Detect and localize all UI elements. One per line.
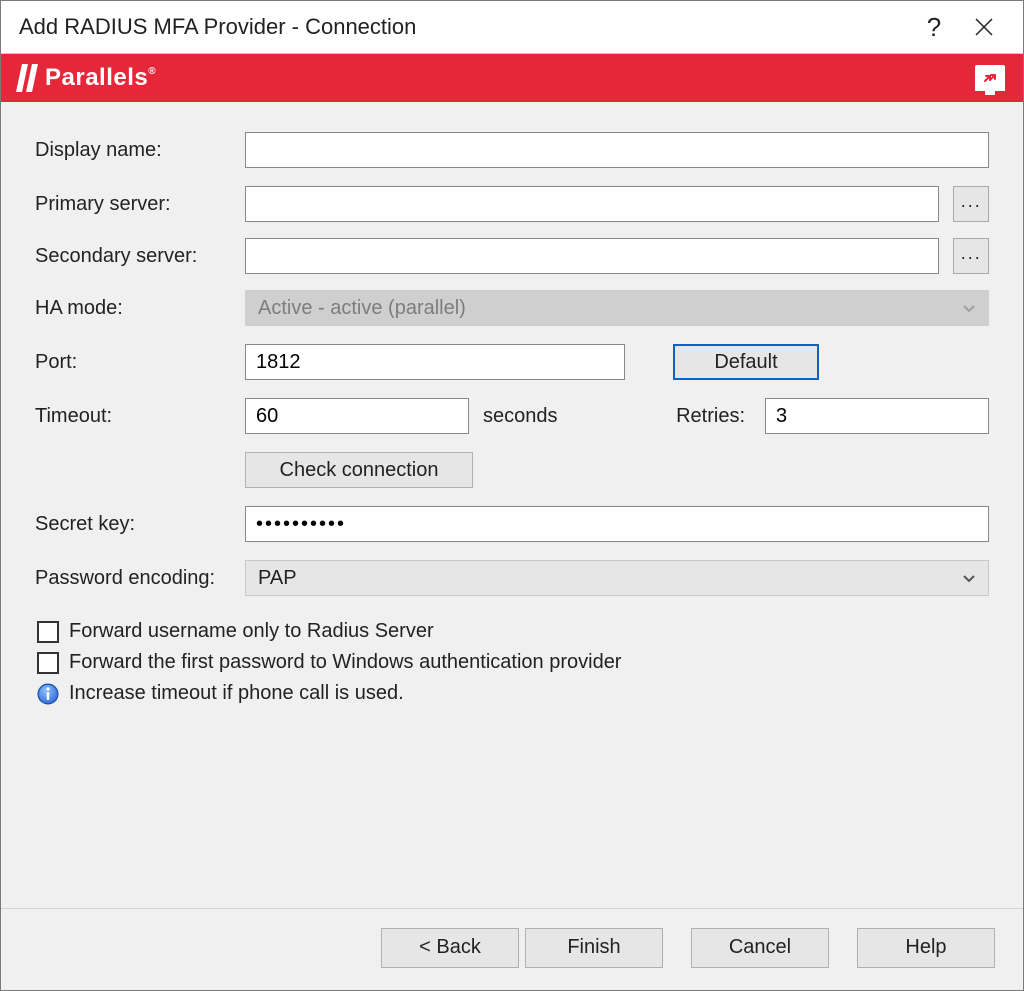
cancel-button[interactable]: Cancel: [691, 928, 829, 968]
primary-server-input[interactable]: [245, 186, 939, 222]
primary-server-label: Primary server:: [35, 193, 231, 216]
chevron-down-icon: [962, 567, 976, 590]
display-name-label: Display name:: [35, 139, 231, 162]
secondary-server-input[interactable]: [245, 238, 939, 274]
forward-password-checkbox[interactable]: [37, 652, 59, 674]
remote-session-icon[interactable]: [975, 65, 1005, 91]
secondary-server-label: Secondary server:: [35, 245, 231, 268]
logo-bars-icon: [19, 64, 35, 92]
forward-username-checkbox[interactable]: [37, 621, 59, 643]
forward-username-label[interactable]: Forward username only to Radius Server: [69, 620, 434, 643]
check-connection-button[interactable]: Check connection: [245, 452, 473, 488]
timeout-unit: seconds: [483, 405, 558, 428]
port-default-button[interactable]: Default: [673, 344, 819, 380]
window-title: Add RADIUS MFA Provider - Connection: [19, 14, 909, 40]
back-button[interactable]: < Back: [381, 928, 519, 968]
info-text: Increase timeout if phone call is used.: [69, 682, 404, 705]
port-label: Port:: [35, 351, 231, 374]
retries-input[interactable]: [765, 398, 989, 434]
dialog-window: Add RADIUS MFA Provider - Connection ? P…: [0, 0, 1024, 991]
titlebar: Add RADIUS MFA Provider - Connection ?: [1, 1, 1023, 54]
close-icon[interactable]: [959, 1, 1009, 54]
primary-server-browse-button[interactable]: ...: [953, 186, 989, 222]
chevron-down-icon: [962, 297, 976, 320]
retries-label: Retries:: [676, 405, 745, 428]
forward-password-label[interactable]: Forward the first password to Windows au…: [69, 651, 621, 674]
timeout-input[interactable]: [245, 398, 469, 434]
secret-key-label: Secret key:: [35, 513, 231, 536]
display-name-input[interactable]: [245, 132, 989, 168]
help-button[interactable]: Help: [857, 928, 995, 968]
timeout-label: Timeout:: [35, 405, 231, 428]
info-icon: [37, 683, 59, 705]
help-icon[interactable]: ?: [909, 1, 959, 54]
secondary-server-browse-button[interactable]: ...: [953, 238, 989, 274]
content-area: Display name: Primary server: ... Second…: [1, 102, 1023, 908]
secret-key-input[interactable]: [245, 506, 989, 542]
password-encoding-select[interactable]: PAP: [245, 560, 989, 596]
finish-button[interactable]: Finish: [525, 928, 663, 968]
ha-mode-label: HA mode:: [35, 297, 231, 320]
logo-text: Parallels®: [45, 64, 156, 92]
footer-button-bar: < Back Finish Cancel Help: [1, 908, 1023, 990]
ha-mode-select: Active - active (parallel): [245, 290, 989, 326]
parallels-logo: Parallels®: [19, 64, 156, 92]
brandbar: Parallels®: [1, 54, 1023, 102]
port-input[interactable]: [245, 344, 625, 380]
password-encoding-label: Password encoding:: [35, 567, 231, 590]
